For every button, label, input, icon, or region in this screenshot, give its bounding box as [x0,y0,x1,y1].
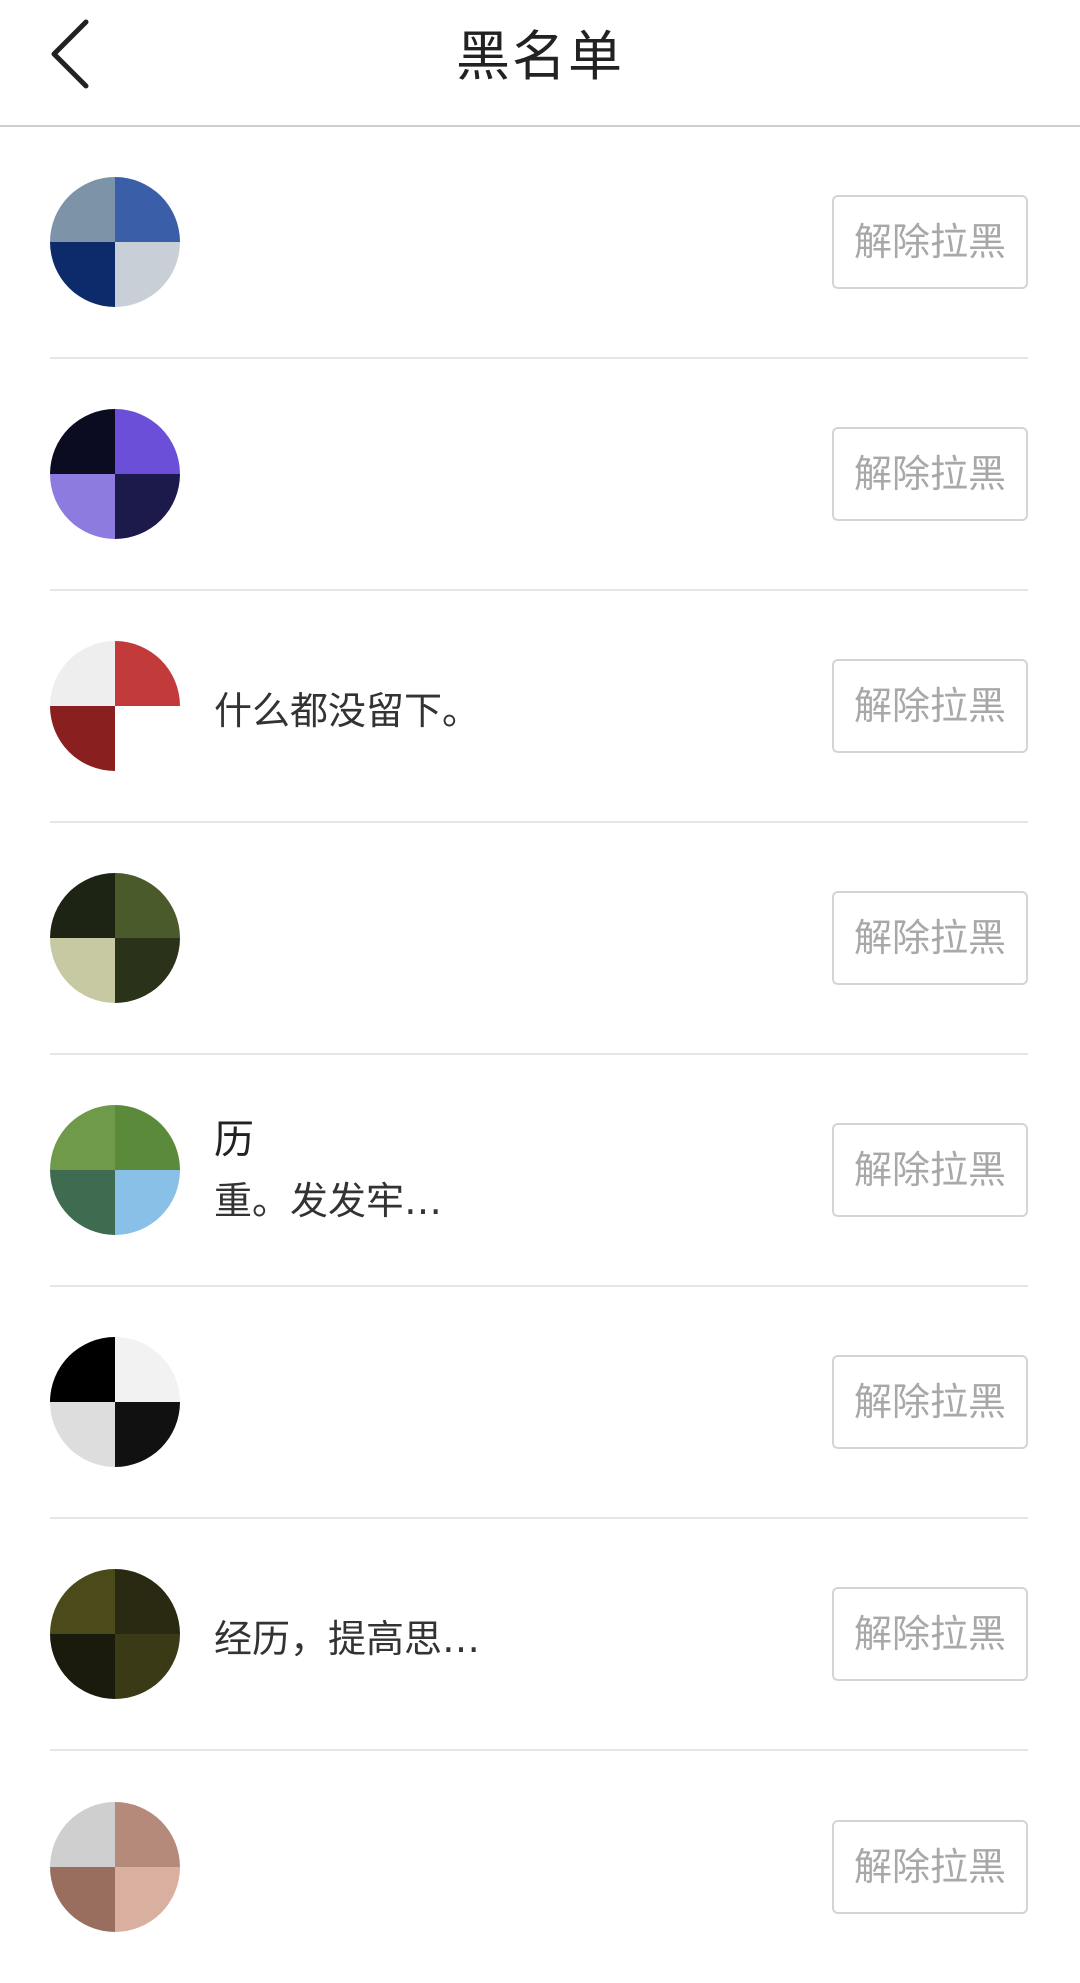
user-info: 历重。发发牢… [214,1114,798,1226]
user-info [214,469,798,479]
unblock-button[interactable]: 解除拉黑 [832,1587,1028,1681]
user-info [214,1397,798,1407]
blocked-user-row: 什么都没留下。 解除拉黑 [50,591,1028,823]
page-title: 黑名单 [456,25,624,88]
blocked-user-row: 经历，提高思… 解除拉黑 [50,1519,1028,1751]
avatar[interactable] [50,1337,180,1467]
blocked-user-row: 解除拉黑 [50,359,1028,591]
avatar[interactable] [50,641,180,771]
unblock-button[interactable]: 解除拉黑 [832,427,1028,521]
user-signature: 什么都没留下。 [214,689,481,733]
avatar[interactable] [50,177,180,307]
avatar[interactable] [50,1802,180,1932]
user-info: 什么都没留下。 [214,676,798,736]
blocked-user-row: 解除拉黑 [50,127,1028,359]
unblock-button[interactable]: 解除拉黑 [832,1355,1028,1449]
avatar[interactable] [50,409,180,539]
blocked-user-row: 解除拉黑 [50,823,1028,1055]
user-info [214,237,798,247]
top-bar: 黑名单 [0,0,1080,127]
unblock-button[interactable]: 解除拉黑 [832,891,1028,985]
blacklist: 解除拉黑 解除拉黑 什么都没留下。 解除拉黑 解除拉黑历重。发发牢… 解除拉黑 解除拉黑 经历… [0,127,1080,1983]
blocked-user-row: 解除拉黑 [50,1751,1028,1983]
avatar[interactable] [50,873,180,1003]
avatar[interactable] [50,1569,180,1699]
unblock-button[interactable]: 解除拉黑 [832,1123,1028,1217]
blocked-user-row: 解除拉黑 [50,1287,1028,1519]
blocked-user-row: 历重。发发牢… 解除拉黑 [50,1055,1028,1287]
unblock-button[interactable]: 解除拉黑 [832,195,1028,289]
unblock-button[interactable]: 解除拉黑 [832,659,1028,753]
user-info: 经历，提高思… [214,1604,798,1664]
user-info [214,1862,798,1872]
unblock-button[interactable]: 解除拉黑 [832,1820,1028,1914]
avatar[interactable] [50,1105,180,1235]
user-signature: 重。发发牢… [214,1179,443,1223]
user-info [214,933,798,943]
user-signature: 经历，提高思… [214,1617,481,1661]
user-name: 历 [214,1117,254,1163]
